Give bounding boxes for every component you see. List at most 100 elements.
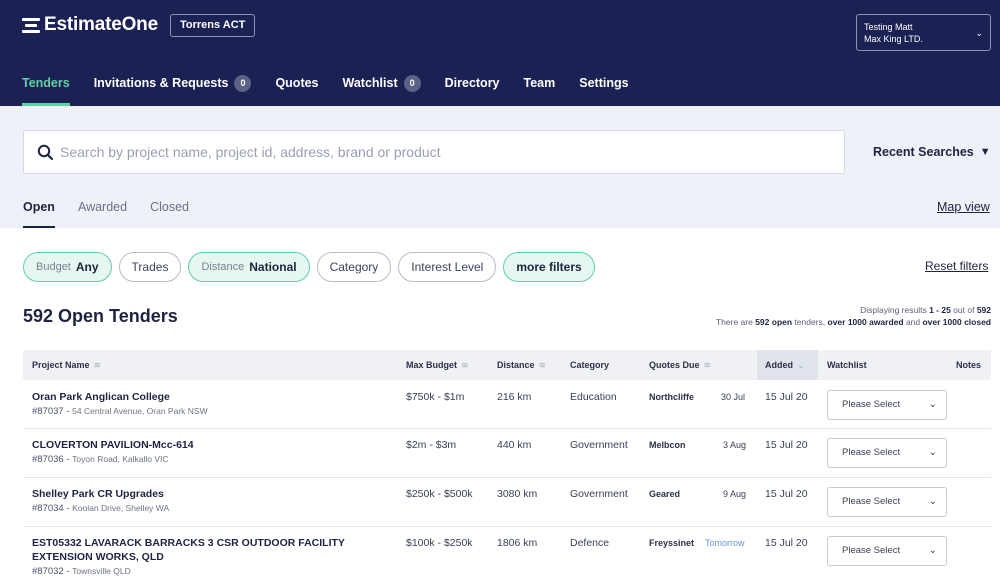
account-switcher[interactable]: Testing Matt Max King LTD. ⌄	[856, 14, 991, 51]
max-budget: $100k - $250k	[406, 537, 473, 549]
sort-desc-icon: ⌄	[797, 360, 805, 370]
sort-icon: ≋	[703, 360, 712, 370]
filter-category[interactable]: Category	[316, 252, 392, 282]
sort-icon: ≋	[538, 360, 547, 370]
nav-quotes[interactable]: Quotes	[275, 76, 318, 106]
top-bar: EstimateOne Torrens ACT Testing Matt Max…	[0, 0, 1000, 106]
watchlist-select[interactable]: Please Select ⌄	[827, 390, 947, 420]
nav-directory[interactable]: Directory	[445, 76, 500, 106]
col-distance[interactable]: Distance ≋	[497, 350, 546, 380]
category: Defence	[570, 537, 610, 549]
nav-invitations[interactable]: Invitations & Requests 0	[94, 75, 252, 106]
category: Government	[570, 439, 628, 451]
results-info: Displaying results 1 - 25 out of 592 The…	[715, 305, 991, 327]
added-date: 15 Jul 20	[765, 537, 808, 549]
max-budget: $2m - $3m	[406, 439, 457, 451]
tab-closed[interactable]: Closed	[150, 200, 189, 228]
category: Education	[570, 391, 617, 403]
chevron-down-icon: ⌄	[928, 545, 937, 556]
chevron-down-icon: ⌄	[928, 399, 937, 410]
search-icon	[37, 144, 54, 161]
tender-status-tabs: Open Awarded Closed	[23, 200, 212, 228]
project-address: Townsville QLD	[72, 566, 131, 576]
logo[interactable]: EstimateOne	[22, 14, 158, 36]
location-badge[interactable]: Torrens ACT	[170, 14, 256, 37]
reset-filters-link[interactable]: Reset filters	[925, 259, 988, 273]
main-nav: Tenders Invitations & Requests 0 Quotes W…	[22, 75, 653, 106]
table-row[interactable]: CLOVERTON PAVILION-Mcc-614 #87036 - Toyo…	[23, 429, 991, 478]
filter-interest-level[interactable]: Interest Level	[398, 252, 497, 282]
col-max-budget[interactable]: Max Budget ≋	[406, 350, 469, 380]
builder[interactable]: Melbcon	[649, 440, 686, 450]
category: Government	[570, 488, 628, 500]
added-date: 15 Jul 20	[765, 439, 808, 451]
project-name[interactable]: Shelley Park CR Upgrades	[32, 487, 169, 501]
watchlist-select[interactable]: Please Select ⌄	[827, 438, 947, 468]
added-date: 15 Jul 20	[765, 391, 808, 403]
project-id: #87037	[32, 406, 64, 417]
chevron-down-icon: ▼	[979, 146, 991, 158]
table-row[interactable]: Oran Park Anglican College #87037 - 54 C…	[23, 380, 991, 429]
quotes-due-date: Tomorrow	[705, 538, 745, 548]
col-added[interactable]: Added ⌄	[757, 350, 818, 380]
project-id: #87036	[32, 454, 64, 465]
filter-bar: Budget Any Trades Distance National Catego…	[23, 252, 602, 282]
col-project-name[interactable]: Project Name ≋	[32, 350, 101, 380]
col-watchlist: Watchlist	[827, 360, 867, 370]
nav-tenders[interactable]: Tenders	[22, 76, 70, 106]
builder[interactable]: Geared	[649, 489, 680, 499]
search-box[interactable]	[23, 130, 845, 174]
recent-searches-button[interactable]: Recent Searches ▼	[873, 145, 991, 159]
filter-trades[interactable]: Trades	[118, 252, 182, 282]
tab-open[interactable]: Open	[23, 200, 55, 228]
sort-icon: ≋	[461, 360, 469, 370]
sort-icon: ≋	[93, 360, 102, 370]
watchlist-select[interactable]: Please Select ⌄	[827, 487, 947, 517]
distance: 216 km	[497, 391, 532, 403]
builder[interactable]: Northcliffe	[649, 392, 694, 402]
distance: 440 km	[497, 439, 532, 451]
chevron-down-icon: ⌄	[928, 496, 937, 507]
max-budget: $750k - $1m	[406, 391, 465, 403]
account-company: Max King LTD.	[864, 34, 923, 44]
table-row[interactable]: EST05332 LAVARACK BARRACKS 3 CSR OUTDOOR…	[23, 527, 991, 584]
max-budget: $250k - $500k	[406, 488, 473, 500]
nav-team[interactable]: Team	[524, 76, 556, 106]
more-filters-button[interactable]: more filters	[503, 252, 595, 282]
added-date: 15 Jul 20	[765, 488, 808, 500]
account-name: Testing Matt	[864, 22, 913, 32]
distance: 1806 km	[497, 537, 538, 549]
filter-distance[interactable]: Distance National	[188, 252, 310, 282]
search-zone: Recent Searches ▼ Open Awarded Closed Ma…	[0, 106, 1000, 228]
invitations-count-badge: 0	[234, 75, 252, 92]
table-header: Project Name ≋ Max Budget ≋ Distance ≋ Cate…	[23, 350, 991, 380]
project-name[interactable]: Oran Park Anglican College	[32, 390, 208, 404]
table-row[interactable]: Shelley Park CR Upgrades #87034 - Koolan…	[23, 478, 991, 527]
project-address: Toyon Road, Kalkallo VIC	[72, 454, 169, 464]
tab-awarded[interactable]: Awarded	[78, 200, 127, 228]
filter-budget[interactable]: Budget Any	[23, 252, 112, 282]
watchlist-count-badge: 0	[403, 75, 421, 92]
quotes-due-date: 30 Jul	[721, 392, 746, 402]
watchlist-select[interactable]: Please Select ⌄	[827, 536, 947, 566]
search-input[interactable]	[60, 131, 830, 173]
distance: 3080 km	[497, 488, 538, 500]
builder[interactable]: Freyssinet	[649, 538, 694, 548]
col-notes: Notes	[956, 360, 982, 370]
chevron-down-icon: ⌄	[975, 28, 983, 38]
quotes-due-date: 9 Aug	[723, 489, 747, 499]
project-name[interactable]: EST05332 LAVARACK BARRACKS 3 CSR OUTDOOR…	[32, 536, 345, 564]
chevron-down-icon: ⌄	[928, 447, 937, 458]
col-quotes-due[interactable]: Quotes Due ≋	[649, 350, 711, 380]
nav-settings[interactable]: Settings	[579, 76, 628, 106]
map-view-link[interactable]: Map view	[937, 200, 990, 214]
quotes-due-date: 3 Aug	[723, 440, 747, 450]
project-name[interactable]: CLOVERTON PAVILION-Mcc-614	[32, 438, 194, 452]
nav-watchlist[interactable]: Watchlist 0	[343, 75, 421, 106]
project-id: #87032	[32, 566, 64, 577]
project-id: #87034	[32, 503, 64, 514]
project-address: 54 Central Avenue, Oran Park NSW	[72, 406, 208, 416]
tender-count-title: 592 Open Tenders	[23, 306, 178, 326]
col-category[interactable]: Category	[570, 350, 609, 380]
logo-icon	[22, 17, 40, 34]
